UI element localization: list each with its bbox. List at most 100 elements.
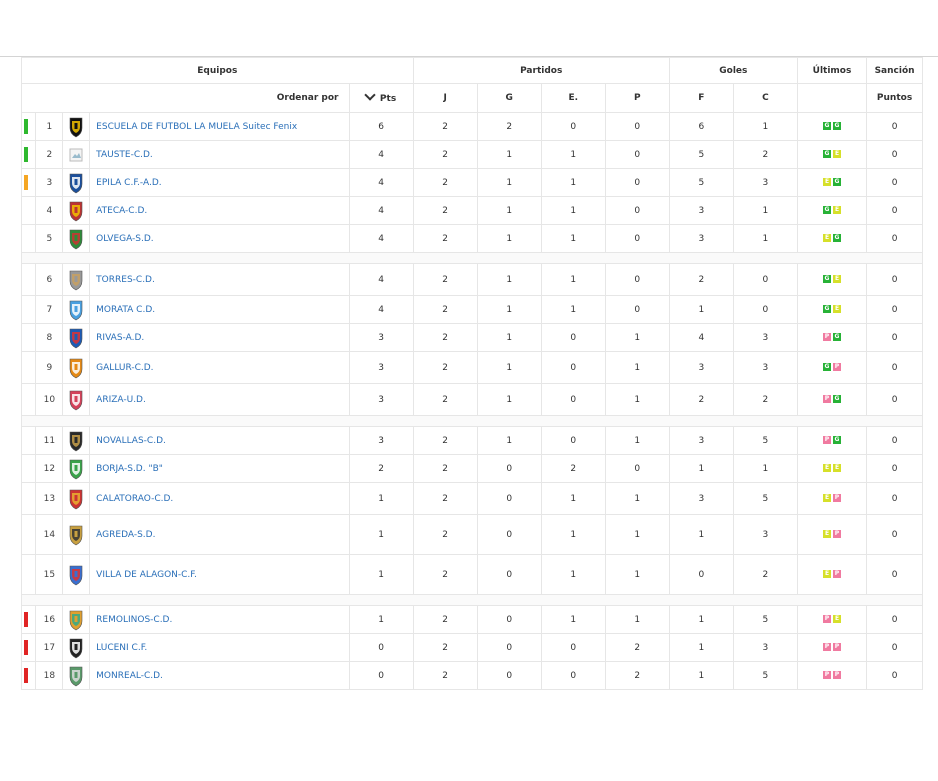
last-results: GP (796, 351, 868, 384)
zone-indicator (20, 196, 37, 225)
team-crest (62, 351, 91, 384)
table-row[interactable]: 13 CALATORAO-C.D. 1 2 0 1 1 3 5 E P 0 (20, 482, 923, 515)
team-name-link[interactable]: RIVAS-A.D. (89, 323, 350, 352)
team-name-link[interactable]: GALLUR-C.D. (89, 351, 350, 384)
team-name-link[interactable]: CALATORAO-C.D. (89, 482, 350, 515)
team-name-link[interactable]: TAUSTE-C.D. (89, 140, 350, 169)
last-results: EG (796, 224, 868, 253)
table-row[interactable]: 8 RIVAS-A.D. 3 2 1 0 1 4 3 P G 0 (20, 323, 923, 352)
table-row[interactable]: 4 ATECA-C.D. 4 2 1 1 0 3 1 G E 0 (20, 196, 923, 225)
team-name-link[interactable]: BORJA-S.D. "B" (89, 454, 350, 483)
team-name-link[interactable]: OLVEGA-S.D. (89, 224, 350, 253)
team-name-link[interactable]: VILLA DE ALAGON-C.F. (89, 554, 350, 595)
team-name-link[interactable]: NOVALLAS-C.D. (89, 426, 350, 455)
f-cell: 6 (668, 112, 734, 141)
sort-j-button[interactable]: J (412, 83, 478, 113)
f-cell: 2 (668, 383, 734, 416)
team-name-link[interactable]: ARIZA-U.D. (89, 383, 350, 416)
c-cell: 1 (732, 112, 798, 141)
sort-e-button[interactable]: E. (540, 83, 606, 113)
position-cell: 8 (35, 323, 64, 352)
sort-by-label: Ordenar por (21, 83, 350, 113)
j-cell: 2 (412, 554, 478, 595)
result-badge: P (823, 333, 831, 341)
f-cell: 3 (668, 351, 734, 384)
pts-cell: 1 (348, 554, 414, 595)
table-row[interactable]: 1 ESCUELA DE FUTBOL LA MUELA Suitec Fenix… (20, 112, 923, 141)
g-cell: 1 (476, 263, 542, 296)
team-name-link[interactable]: TORRES-C.D. (89, 263, 350, 296)
team-crest (62, 605, 91, 634)
c-cell: 2 (732, 383, 798, 416)
zone-bar (24, 612, 28, 627)
last-results: PG (796, 383, 868, 416)
e-cell: 0 (540, 112, 606, 141)
table-row[interactable]: 6 TORRES-C.D. 4 2 1 1 0 2 0 G E 0 (20, 263, 923, 296)
zone-indicator (20, 514, 37, 555)
table-row[interactable]: 17 LUCENI C.F. 0 2 0 0 2 1 3 P P 0 (20, 633, 923, 662)
pts-cell: 4 (348, 168, 414, 197)
group-separator (21, 594, 923, 606)
table-row[interactable]: 10 ARIZA-U.D. 3 2 1 0 1 2 2 P G 0 (20, 383, 923, 416)
pts-cell: 0 (348, 633, 414, 662)
e-cell: 0 (540, 661, 606, 690)
table-row[interactable]: 11 NOVALLAS-C.D. 3 2 1 0 1 3 5 P G 0 (20, 426, 923, 455)
result-badge: G (823, 206, 831, 214)
sancion-cell: 0 (866, 196, 923, 225)
c-cell: 0 (732, 295, 798, 324)
table-row[interactable]: 9 GALLUR-C.D. 3 2 1 0 1 3 3 G P 0 (20, 351, 923, 384)
sancion-cell: 0 (866, 351, 923, 384)
table-row[interactable]: 2 TAUSTE-C.D. 4 2 1 1 0 5 2 G E 0 (20, 140, 923, 169)
result-badge: P (823, 671, 831, 679)
result-badge: G (833, 122, 841, 130)
last-results: PE (796, 605, 868, 634)
team-name-link[interactable]: EPILA C.F.-A.D. (89, 168, 350, 197)
pts-cell: 4 (348, 196, 414, 225)
result-badge: G (833, 436, 841, 444)
zone-bar (24, 147, 28, 162)
position-cell: 17 (35, 633, 64, 662)
sort-p-button[interactable]: P (604, 83, 670, 113)
sort-g-button[interactable]: G (476, 83, 542, 113)
g-cell: 1 (476, 323, 542, 352)
result-badge: P (833, 494, 841, 502)
table-row[interactable]: 3 EPILA C.F.-A.D. 4 2 1 1 0 5 3 E G 0 (20, 168, 923, 197)
pts-cell: 1 (348, 482, 414, 515)
j-cell: 2 (412, 514, 478, 555)
table-row[interactable]: 15 VILLA DE ALAGON-C.F. 1 2 0 1 1 0 2 E P 0 (20, 554, 923, 595)
j-cell: 2 (412, 196, 478, 225)
f-cell: 3 (668, 224, 734, 253)
team-name-link[interactable]: AGREDA-S.D. (89, 514, 350, 555)
zone-indicator (20, 482, 37, 515)
result-badge: P (823, 643, 831, 651)
team-name-link[interactable]: REMOLINOS-C.D. (89, 605, 350, 634)
team-name-link[interactable]: MORATA C.D. (89, 295, 350, 324)
team-name-link[interactable]: LUCENI C.F. (89, 633, 350, 662)
p-cell: 1 (604, 514, 670, 555)
e-cell: 0 (540, 351, 606, 384)
table-row[interactable]: 14 AGREDA-S.D. 1 2 0 1 1 1 3 E P 0 (20, 514, 923, 555)
j-cell: 2 (412, 263, 478, 296)
result-badge: E (823, 570, 831, 578)
table-row[interactable]: 16 REMOLINOS-C.D. 1 2 0 1 1 1 5 P E 0 (20, 605, 923, 634)
sort-c-button[interactable]: C (732, 83, 798, 113)
team-name-link[interactable]: ESCUELA DE FUTBOL LA MUELA Suitec Fenix (89, 112, 350, 141)
table-row[interactable]: 5 OLVEGA-S.D. 4 2 1 1 0 3 1 E G 0 (20, 224, 923, 253)
sort-f-button[interactable]: F (668, 83, 734, 113)
table-row[interactable]: 12 BORJA-S.D. "B" 2 2 0 2 0 1 1 E E 0 (20, 454, 923, 483)
team-name-link[interactable]: MONREAL-C.D. (89, 661, 350, 690)
position-cell: 7 (35, 295, 64, 324)
last-results: EP (796, 514, 868, 555)
table-row[interactable]: 18 MONREAL-C.D. 0 2 0 0 2 1 5 P P 0 (20, 661, 923, 690)
zone-indicator (20, 263, 37, 296)
table-row[interactable]: 7 MORATA C.D. 4 2 1 1 0 1 0 G E 0 (20, 295, 923, 324)
group-separator (21, 252, 923, 264)
g-cell: 1 (476, 196, 542, 225)
sancion-cell: 0 (866, 383, 923, 416)
e-cell: 1 (540, 224, 606, 253)
team-name-link[interactable]: ATECA-C.D. (89, 196, 350, 225)
g-cell: 0 (476, 633, 542, 662)
result-badge: P (833, 530, 841, 538)
sort-pts-button[interactable]: Pts (348, 83, 414, 113)
f-cell: 4 (668, 323, 734, 352)
